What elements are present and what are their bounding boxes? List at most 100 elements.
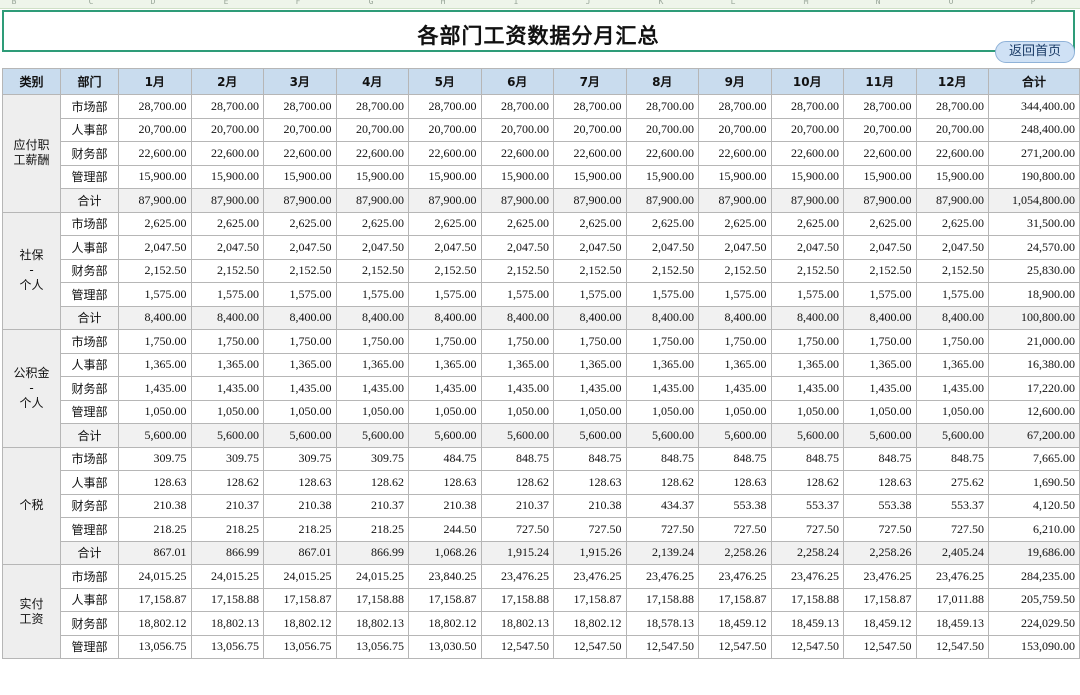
month-value-cell[interactable]: 210.38	[263, 493, 337, 518]
month-value-cell[interactable]: 2,152.50	[770, 258, 844, 283]
month-value-cell[interactable]: 5,600.00	[190, 423, 264, 448]
month-value-cell[interactable]: 128.63	[843, 470, 917, 495]
month-value-cell[interactable]: 210.38	[553, 493, 627, 518]
month-value-cell[interactable]: 17,158.88	[335, 587, 409, 612]
row-total-cell[interactable]: 205,759.50	[988, 587, 1080, 612]
month-value-cell[interactable]: 28,700.00	[698, 94, 772, 119]
month-value-cell[interactable]: 17,158.88	[480, 587, 554, 612]
month-value-cell[interactable]: 23,476.25	[480, 564, 554, 589]
department-cell[interactable]: 合计	[60, 423, 119, 448]
month-value-cell[interactable]: 17,011.88	[915, 587, 989, 612]
row-total-cell[interactable]: 19,686.00	[988, 540, 1080, 565]
month-value-cell[interactable]: 24,015.25	[263, 564, 337, 589]
month-value-cell[interactable]: 87,900.00	[625, 188, 699, 213]
month-value-cell[interactable]: 22,600.00	[118, 141, 192, 166]
column-letter[interactable]: J	[586, 0, 591, 7]
month-value-cell[interactable]: 1,365.00	[190, 352, 264, 377]
month-value-cell[interactable]: 17,158.88	[770, 587, 844, 612]
month-value-cell[interactable]: 2,047.50	[480, 235, 554, 260]
month-value-cell[interactable]: 17,158.87	[843, 587, 917, 612]
month-value-cell[interactable]: 12,547.50	[770, 634, 844, 659]
month-value-cell[interactable]: 28,700.00	[843, 94, 917, 119]
month-value-cell[interactable]: 1,050.00	[843, 399, 917, 424]
row-total-cell[interactable]: 21,000.00	[988, 329, 1080, 354]
department-cell[interactable]: 财务部	[60, 141, 119, 166]
row-total-cell[interactable]: 18,900.00	[988, 282, 1080, 307]
row-total-cell[interactable]: 12,600.00	[988, 399, 1080, 424]
month-value-cell[interactable]: 2,047.50	[335, 235, 409, 260]
month-value-cell[interactable]: 1,750.00	[408, 329, 482, 354]
month-value-cell[interactable]: 13,030.50	[408, 634, 482, 659]
month-value-cell[interactable]: 8,400.00	[263, 305, 337, 330]
month-value-cell[interactable]: 28,700.00	[625, 94, 699, 119]
month-value-cell[interactable]: 17,158.87	[408, 587, 482, 612]
month-value-cell[interactable]: 18,459.13	[770, 611, 844, 636]
month-value-cell[interactable]: 1,068.26	[408, 540, 482, 565]
month-value-cell[interactable]: 28,700.00	[408, 94, 482, 119]
department-cell[interactable]: 管理部	[60, 634, 119, 659]
department-cell[interactable]: 财务部	[60, 258, 119, 283]
month-value-cell[interactable]: 210.37	[190, 493, 264, 518]
month-value-cell[interactable]: 1,575.00	[480, 282, 554, 307]
month-value-cell[interactable]: 5,600.00	[915, 423, 989, 448]
month-value-cell[interactable]: 128.62	[480, 470, 554, 495]
month-value-cell[interactable]: 8,400.00	[915, 305, 989, 330]
month-value-cell[interactable]: 28,700.00	[915, 94, 989, 119]
month-value-cell[interactable]: 12,547.50	[625, 634, 699, 659]
month-value-cell[interactable]: 15,900.00	[553, 164, 627, 189]
month-value-cell[interactable]: 866.99	[190, 540, 264, 565]
month-value-cell[interactable]: 2,047.50	[408, 235, 482, 260]
month-value-cell[interactable]: 1,365.00	[915, 352, 989, 377]
department-cell[interactable]: 市场部	[60, 446, 119, 471]
month-value-cell[interactable]: 2,139.24	[625, 540, 699, 565]
column-letter[interactable]: C	[89, 0, 94, 7]
month-value-cell[interactable]: 23,476.25	[625, 564, 699, 589]
back-home-button[interactable]: 返回首页	[995, 41, 1075, 63]
month-value-cell[interactable]: 2,625.00	[698, 211, 772, 236]
month-value-cell[interactable]: 20,700.00	[625, 117, 699, 142]
month-value-cell[interactable]: 244.50	[408, 517, 482, 542]
month-value-cell[interactable]: 28,700.00	[263, 94, 337, 119]
month-value-cell[interactable]: 8,400.00	[190, 305, 264, 330]
month-value-cell[interactable]: 13,056.75	[118, 634, 192, 659]
month-value-cell[interactable]: 15,900.00	[408, 164, 482, 189]
month-value-cell[interactable]: 727.50	[625, 517, 699, 542]
month-value-cell[interactable]: 20,700.00	[843, 117, 917, 142]
month-value-cell[interactable]: 20,700.00	[480, 117, 554, 142]
month-value-cell[interactable]: 128.62	[625, 470, 699, 495]
row-total-cell[interactable]: 1,054,800.00	[988, 188, 1080, 213]
month-value-cell[interactable]: 15,900.00	[480, 164, 554, 189]
month-value-cell[interactable]: 87,900.00	[335, 188, 409, 213]
month-value-cell[interactable]: 18,802.13	[190, 611, 264, 636]
column-letter[interactable]: M	[804, 0, 809, 7]
month-value-cell[interactable]: 2,047.50	[263, 235, 337, 260]
month-value-cell[interactable]: 1,915.26	[553, 540, 627, 565]
row-total-cell[interactable]: 271,200.00	[988, 141, 1080, 166]
month-value-cell[interactable]: 22,600.00	[915, 141, 989, 166]
month-value-cell[interactable]: 1,050.00	[698, 399, 772, 424]
department-cell[interactable]: 合计	[60, 188, 119, 213]
month-value-cell[interactable]: 15,900.00	[335, 164, 409, 189]
month-value-cell[interactable]: 8,400.00	[770, 305, 844, 330]
month-value-cell[interactable]: 5,600.00	[698, 423, 772, 448]
month-value-cell[interactable]: 5,600.00	[843, 423, 917, 448]
row-total-cell[interactable]: 100,800.00	[988, 305, 1080, 330]
month-value-cell[interactable]: 1,575.00	[553, 282, 627, 307]
month-value-cell[interactable]: 1,050.00	[263, 399, 337, 424]
month-value-cell[interactable]: 8,400.00	[698, 305, 772, 330]
month-value-cell[interactable]: 2,047.50	[625, 235, 699, 260]
month-value-cell[interactable]: 128.63	[408, 470, 482, 495]
month-value-cell[interactable]: 1,575.00	[263, 282, 337, 307]
month-value-cell[interactable]: 8,400.00	[625, 305, 699, 330]
row-total-cell[interactable]: 1,690.50	[988, 470, 1080, 495]
month-value-cell[interactable]: 848.75	[625, 446, 699, 471]
column-letter[interactable]: O	[949, 0, 954, 7]
month-value-cell[interactable]: 218.25	[335, 517, 409, 542]
month-value-cell[interactable]: 2,258.24	[770, 540, 844, 565]
month-value-cell[interactable]: 848.75	[553, 446, 627, 471]
month-value-cell[interactable]: 1,435.00	[843, 376, 917, 401]
month-value-cell[interactable]: 1,050.00	[408, 399, 482, 424]
month-value-cell[interactable]: 15,900.00	[698, 164, 772, 189]
month-value-cell[interactable]: 1,365.00	[408, 352, 482, 377]
month-value-cell[interactable]: 23,476.25	[770, 564, 844, 589]
